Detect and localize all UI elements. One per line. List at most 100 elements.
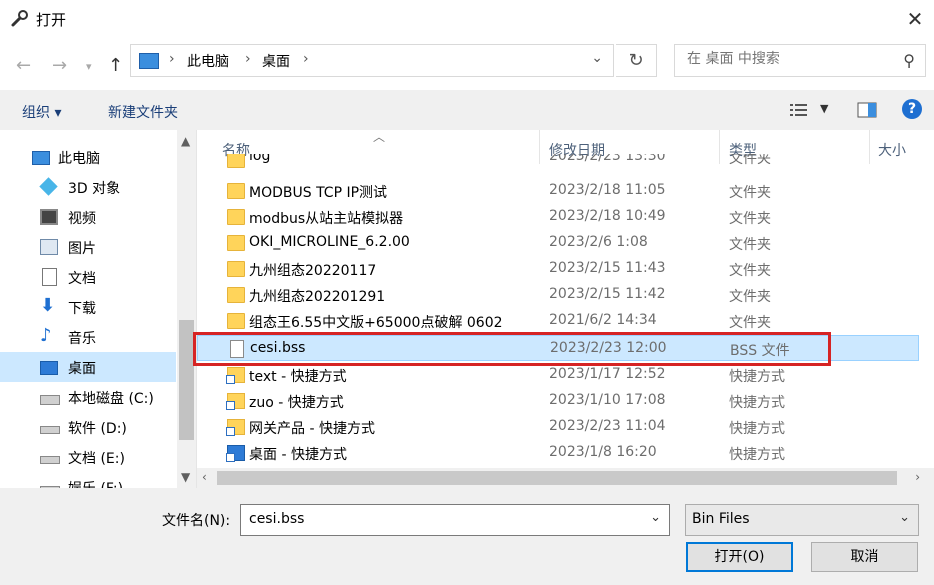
window-title: 打开 [36, 11, 67, 29]
sidebar-item-drive-d[interactable]: 软件 (D:) [0, 412, 176, 442]
preview-pane-icon[interactable] [857, 102, 877, 118]
breadcrumb-chevron-icon[interactable]: › [245, 51, 251, 67]
breadcrumb-desktop[interactable]: 桌面 [262, 51, 290, 71]
file-type: 文件夹 [729, 154, 771, 167]
view-dropdown-chevron-icon[interactable]: ▼ [820, 102, 828, 115]
filetype-select[interactable]: Bin Files ⌄ [685, 504, 919, 536]
navigation-bar: ← → ▾ ↑ › 此电脑 › 桌面 › ⌄ ↻ ⚲ [0, 38, 934, 90]
computer-icon [32, 151, 50, 165]
file-row[interactable]: 九州组态20220117 2023/2/15 11:43 文件夹 [197, 256, 919, 282]
scroll-up-arrow-icon[interactable]: ▲ [181, 134, 190, 148]
sidebar-item-label: 软件 (D:) [68, 421, 127, 437]
breadcrumb-chevron-icon[interactable]: › [303, 51, 309, 67]
help-icon[interactable]: ? [902, 99, 922, 119]
shortcut-icon [226, 419, 245, 436]
breadcrumb-chevron-icon[interactable]: › [169, 51, 175, 67]
search-input[interactable] [685, 50, 889, 68]
file-type: 快捷方式 [729, 447, 785, 463]
address-dropdown-icon[interactable]: ⌄ [591, 50, 603, 66]
back-arrow-icon[interactable]: ← [16, 55, 31, 76]
chevron-down-icon[interactable]: ⌄ [899, 510, 910, 525]
file-type: 文件夹 [729, 263, 771, 279]
sidebar-item-label: 此电脑 [58, 151, 100, 167]
shortcut-icon [226, 393, 245, 410]
horizontal-scrollbar[interactable]: ‹ › [197, 468, 934, 488]
file-row[interactable]: modbus从站主站模拟器 2023/2/18 10:49 文件夹 [197, 204, 919, 230]
file-row[interactable]: 九州组态202201291 2023/2/15 11:42 文件夹 [197, 282, 919, 308]
sidebar-item-pictures[interactable]: 图片 [0, 232, 176, 262]
sidebar-item-drive-c[interactable]: 本地磁盘 (C:) [0, 382, 176, 412]
scrollbar-thumb[interactable] [217, 471, 897, 485]
new-folder-button[interactable]: 新建文件夹 [108, 102, 178, 122]
file-date: 2023/2/6 1:08 [549, 234, 648, 250]
file-name: MODBUS TCP IP测试 [249, 185, 388, 201]
file-name: 网关产品 - 快捷方式 [249, 421, 375, 437]
filename-input[interactable] [247, 510, 631, 528]
file-date: 2023/2/18 10:49 [549, 208, 666, 224]
view-options-icon[interactable] [789, 102, 809, 118]
file-name: zuo - 快捷方式 [249, 395, 344, 411]
sidebar-item-videos[interactable]: 视频 [0, 202, 176, 232]
file-name: OKI_MICROLINE_6.2.00 [249, 234, 410, 250]
sidebar-item-label: 文档 (E:) [68, 451, 125, 467]
sidebar-item-documents[interactable]: 文档 [0, 262, 176, 292]
filename-combobox[interactable]: ⌄ [240, 504, 670, 536]
sort-ascending-icon: ︿ [373, 130, 386, 144]
sidebar-item-downloads[interactable]: ⬇ 下载 [0, 292, 176, 322]
scroll-left-arrow-icon[interactable]: ‹ [202, 470, 207, 484]
scroll-right-arrow-icon[interactable]: › [915, 470, 920, 484]
file-row[interactable]: zuo - 快捷方式 2023/1/10 17:08 快捷方式 [197, 388, 919, 414]
music-icon: ♪ [40, 325, 52, 346]
file-row[interactable]: OKI_MICROLINE_6.2.00 2023/2/6 1:08 文件夹 [197, 230, 919, 256]
file-row[interactable]: MODBUS TCP IP测试 2023/2/18 11:05 文件夹 [197, 178, 919, 204]
address-bar[interactable]: › 此电脑 › 桌面 › ⌄ [130, 44, 614, 77]
sidebar-item-label: 娱乐 (F:) [68, 478, 123, 488]
file-name: 九州组态202201291 [249, 289, 386, 305]
folder-icon [227, 183, 245, 199]
file-row[interactable]: log 2023/2/23 13:30 文件夹 [197, 154, 919, 174]
file-name: 九州组态20220117 [249, 263, 377, 279]
file-name: text - 快捷方式 [249, 369, 347, 385]
breadcrumb-this-pc[interactable]: 此电脑 [187, 51, 229, 71]
up-arrow-icon[interactable]: ↑ [108, 55, 123, 76]
file-name: modbus从站主站模拟器 [249, 211, 404, 227]
chevron-down-icon[interactable]: ⌄ [650, 510, 661, 525]
file-type: 文件夹 [729, 289, 771, 305]
filetype-value: Bin Files [692, 511, 750, 527]
highlight-annotation-box [193, 332, 831, 366]
folder-icon [227, 313, 245, 329]
title-bar: 打开 ✕ [0, 0, 934, 38]
file-type: 文件夹 [729, 315, 771, 331]
refresh-button[interactable]: ↻ [616, 44, 657, 77]
file-list: ︿ 名称 修改日期 类型 大小 log 2023/2/23 13:30 文件夹 … [197, 130, 934, 488]
sidebar-item-label: 音乐 [68, 331, 96, 347]
close-icon[interactable]: ✕ [902, 6, 928, 32]
wrench-icon [11, 10, 28, 27]
scrollbar-thumb[interactable] [179, 320, 194, 440]
file-row[interactable]: 网关产品 - 快捷方式 2023/2/23 11:04 快捷方式 [197, 414, 919, 440]
recent-locations-chevron-icon[interactable]: ▾ [86, 60, 92, 73]
desktop-shortcut-icon [226, 445, 245, 462]
cancel-button[interactable]: 取消 [811, 542, 918, 572]
file-name: 桌面 - 快捷方式 [249, 447, 347, 463]
file-row[interactable]: 组态王6.55中文版+65000点破解 0602 2021/6/2 14:34 … [197, 308, 919, 334]
sidebar-item-music[interactable]: ♪ 音乐 [0, 322, 176, 352]
sidebar-scrollbar[interactable]: ▲ ▼ [177, 130, 196, 488]
organize-button[interactable]: 组织 ▾ [22, 102, 61, 122]
open-button[interactable]: 打开(O) [686, 542, 793, 572]
search-box[interactable]: ⚲ [674, 44, 926, 77]
downloads-icon: ⬇ [40, 295, 56, 316]
scroll-down-arrow-icon[interactable]: ▼ [181, 470, 190, 484]
file-date: 2023/2/23 11:04 [549, 418, 666, 434]
sidebar-item-this-pc[interactable]: 此电脑 [0, 142, 176, 172]
sidebar-item-drive-f[interactable]: 娱乐 (F:) [0, 472, 176, 488]
forward-arrow-icon[interactable]: → [52, 55, 67, 76]
sidebar-item-drive-e[interactable]: 文档 (E:) [0, 442, 176, 472]
file-row[interactable]: 桌面 - 快捷方式 2023/1/8 16:20 快捷方式 [197, 440, 919, 466]
file-date: 2023/2/15 11:42 [549, 286, 666, 302]
sidebar-item-label: 视频 [68, 211, 96, 227]
bottom-panel: 文件名(N): ⌄ Bin Files ⌄ 打开(O) 取消 [0, 488, 934, 585]
sidebar-item-3d-objects[interactable]: 3D 对象 [0, 172, 176, 202]
file-type: 文件夹 [729, 185, 771, 201]
sidebar-item-desktop[interactable]: 桌面 [0, 352, 176, 382]
